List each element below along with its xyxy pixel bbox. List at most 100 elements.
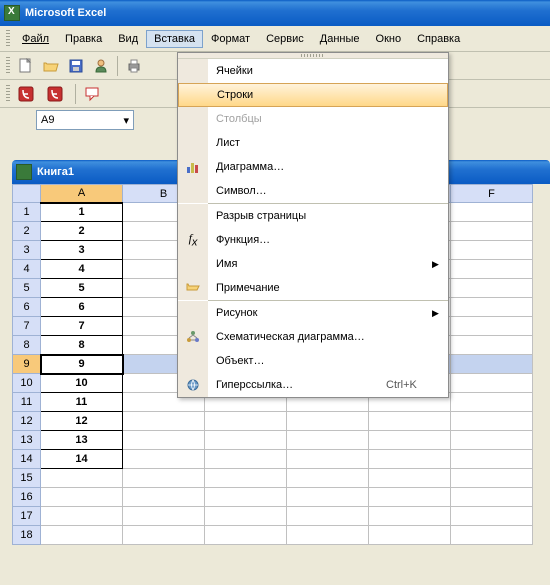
row-header-2[interactable]: 2 xyxy=(13,222,41,241)
cell-A9[interactable]: 9 xyxy=(41,355,123,374)
row-header-6[interactable]: 6 xyxy=(13,298,41,317)
cell-C13[interactable] xyxy=(205,431,287,450)
toolbar-grip[interactable] xyxy=(6,57,10,75)
cell-A12[interactable]: 12 xyxy=(41,412,123,431)
cell-A14[interactable]: 14 xyxy=(41,450,123,469)
cell-A7[interactable]: 7 xyxy=(41,317,123,336)
cell-B15[interactable] xyxy=(123,469,205,488)
cell-E17[interactable] xyxy=(369,507,451,526)
new-button[interactable] xyxy=(15,55,37,77)
cell-F15[interactable] xyxy=(451,469,533,488)
row-header-13[interactable]: 13 xyxy=(13,431,41,450)
cell-A11[interactable]: 11 xyxy=(41,393,123,412)
cell-A16[interactable] xyxy=(41,488,123,507)
toolbar-grip[interactable] xyxy=(6,30,10,48)
pdf-button-1[interactable] xyxy=(15,83,41,105)
cell-D13[interactable] xyxy=(287,431,369,450)
cell-F11[interactable] xyxy=(451,393,533,412)
menu-edit[interactable]: Правка xyxy=(57,30,110,48)
row-header-7[interactable]: 7 xyxy=(13,317,41,336)
menu-data[interactable]: Данные xyxy=(312,30,368,48)
menu-item-name[interactable]: Имя ▶ xyxy=(178,252,448,276)
cell-B12[interactable] xyxy=(123,412,205,431)
row-header-5[interactable]: 5 xyxy=(13,279,41,298)
menu-view[interactable]: Вид xyxy=(110,30,146,48)
cell-A1[interactable]: 1 xyxy=(41,203,123,222)
cell-F18[interactable] xyxy=(451,526,533,545)
row-header-14[interactable]: 14 xyxy=(13,450,41,469)
cell-E18[interactable] xyxy=(369,526,451,545)
row-header-8[interactable]: 8 xyxy=(13,336,41,355)
cell-C17[interactable] xyxy=(205,507,287,526)
cell-E14[interactable] xyxy=(369,450,451,469)
cell-A4[interactable]: 4 xyxy=(41,260,123,279)
cell-C14[interactable] xyxy=(205,450,287,469)
row-header-3[interactable]: 3 xyxy=(13,241,41,260)
cell-B16[interactable] xyxy=(123,488,205,507)
cell-A2[interactable]: 2 xyxy=(41,222,123,241)
menu-item-page-break[interactable]: Разрыв страницы xyxy=(178,204,448,228)
cell-B14[interactable] xyxy=(123,450,205,469)
cell-F17[interactable] xyxy=(451,507,533,526)
cell-E13[interactable] xyxy=(369,431,451,450)
cell-E12[interactable] xyxy=(369,412,451,431)
cell-F14[interactable] xyxy=(451,450,533,469)
menu-item-sheet[interactable]: Лист xyxy=(178,131,448,155)
cell-F13[interactable] xyxy=(451,431,533,450)
cell-C18[interactable] xyxy=(205,526,287,545)
cell-B18[interactable] xyxy=(123,526,205,545)
cell-F16[interactable] xyxy=(451,488,533,507)
menu-item-hyperlink[interactable]: Гиперссылка… Ctrl+K xyxy=(178,373,448,397)
cell-F6[interactable] xyxy=(451,298,533,317)
row-header-11[interactable]: 11 xyxy=(13,393,41,412)
menu-item-chart[interactable]: Диаграмма… xyxy=(178,155,448,179)
cell-A3[interactable]: 3 xyxy=(41,241,123,260)
print-button[interactable] xyxy=(123,55,145,77)
menu-tools[interactable]: Сервис xyxy=(258,30,312,48)
pdf-button-2[interactable] xyxy=(44,83,70,105)
cell-A17[interactable] xyxy=(41,507,123,526)
cell-F5[interactable] xyxy=(451,279,533,298)
cell-D14[interactable] xyxy=(287,450,369,469)
row-header-10[interactable]: 10 xyxy=(13,374,41,393)
row-header-18[interactable]: 18 xyxy=(13,526,41,545)
menu-window[interactable]: Окно xyxy=(368,30,410,48)
cell-A15[interactable] xyxy=(41,469,123,488)
row-header-12[interactable]: 12 xyxy=(13,412,41,431)
menu-item-picture[interactable]: Рисунок ▶ xyxy=(178,301,448,325)
open-button[interactable] xyxy=(40,55,62,77)
menu-help[interactable]: Справка xyxy=(409,30,468,48)
cell-F7[interactable] xyxy=(451,317,533,336)
cell-F12[interactable] xyxy=(451,412,533,431)
menu-item-symbol[interactable]: Символ… xyxy=(178,179,448,203)
name-box-dropdown-icon[interactable]: ▾ xyxy=(123,114,129,127)
row-header-9[interactable]: 9 xyxy=(13,355,41,374)
cell-F10[interactable] xyxy=(451,374,533,393)
cell-D15[interactable] xyxy=(287,469,369,488)
row-header-4[interactable]: 4 xyxy=(13,260,41,279)
cell-B13[interactable] xyxy=(123,431,205,450)
cell-E16[interactable] xyxy=(369,488,451,507)
cell-C16[interactable] xyxy=(205,488,287,507)
cell-C12[interactable] xyxy=(205,412,287,431)
menu-item-diagram[interactable]: Схематическая диаграмма… xyxy=(178,325,448,349)
cell-D12[interactable] xyxy=(287,412,369,431)
cell-F3[interactable] xyxy=(451,241,533,260)
cell-A8[interactable]: 8 xyxy=(41,336,123,355)
cell-F4[interactable] xyxy=(451,260,533,279)
cell-D18[interactable] xyxy=(287,526,369,545)
cell-A18[interactable] xyxy=(41,526,123,545)
cell-E15[interactable] xyxy=(369,469,451,488)
row-header-17[interactable]: 17 xyxy=(13,507,41,526)
menu-item-comment[interactable]: Примечание xyxy=(178,276,448,300)
cell-D17[interactable] xyxy=(287,507,369,526)
menu-format[interactable]: Формат xyxy=(203,30,258,48)
cell-F1[interactable] xyxy=(451,203,533,222)
toolbar-grip[interactable] xyxy=(6,85,10,103)
cell-A6[interactable]: 6 xyxy=(41,298,123,317)
permission-button[interactable] xyxy=(90,55,112,77)
menu-item-object[interactable]: Объект… xyxy=(178,349,448,373)
menu-item-cells[interactable]: Ячейки xyxy=(178,59,448,83)
menu-item-function[interactable]: fx Функция… xyxy=(178,228,448,252)
row-header-15[interactable]: 15 xyxy=(13,469,41,488)
